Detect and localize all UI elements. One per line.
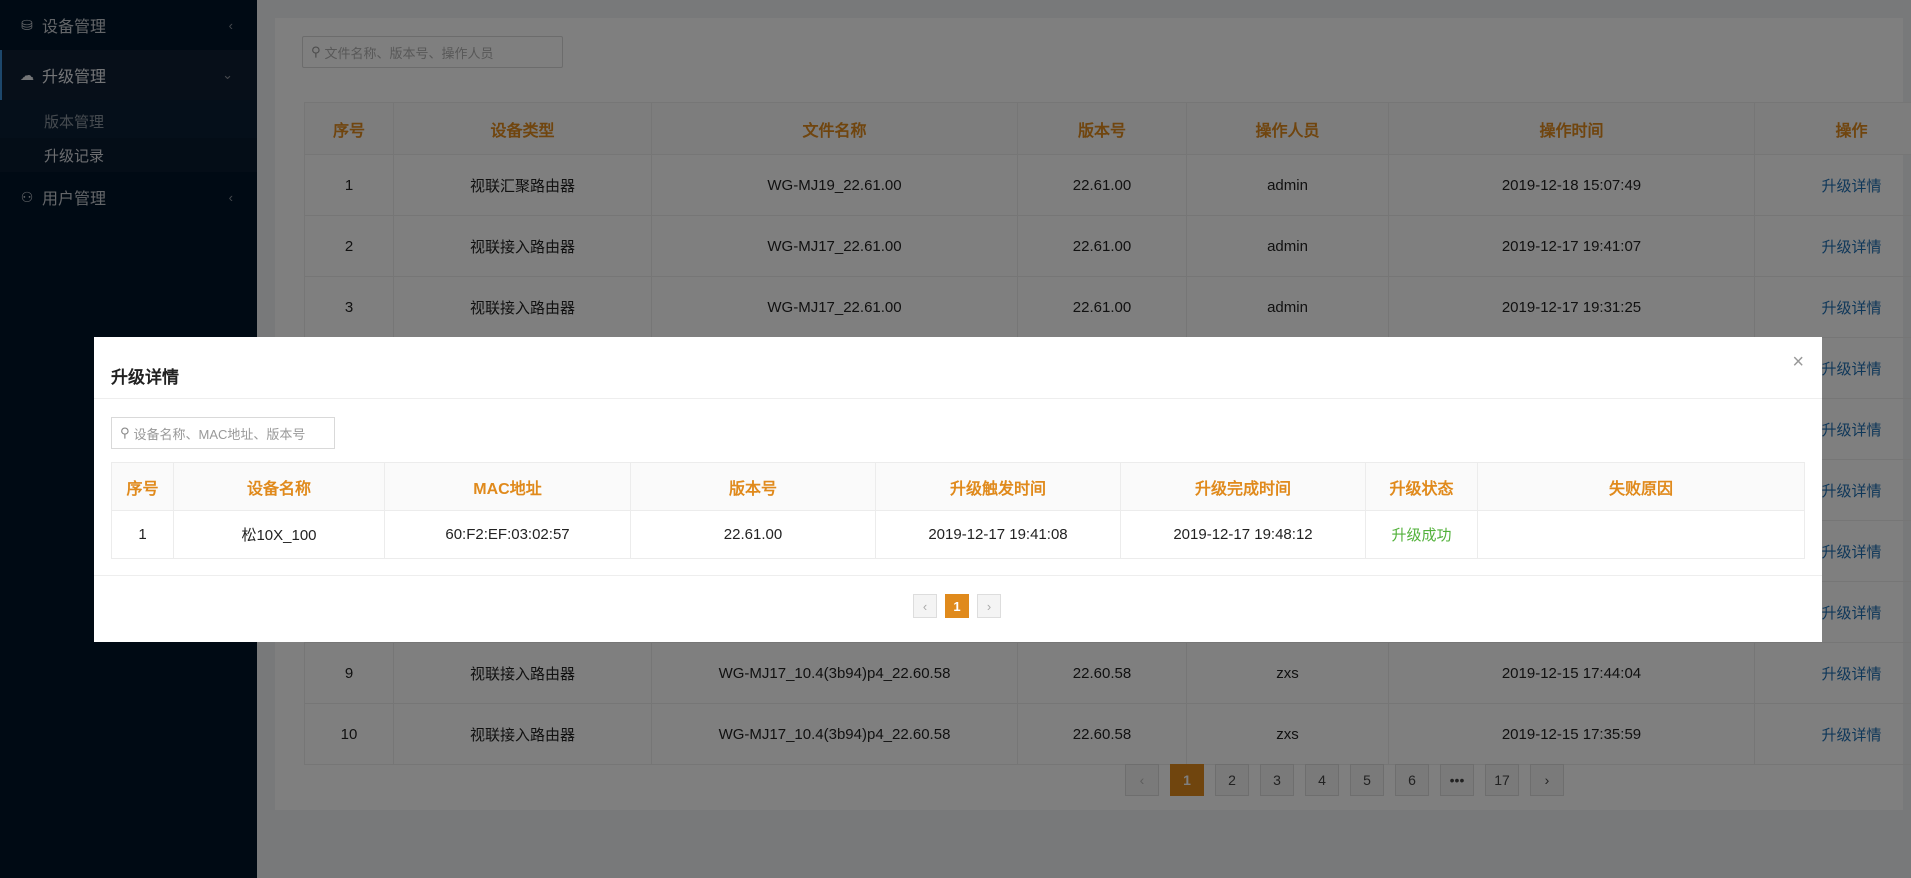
divider	[94, 398, 1822, 399]
search-icon: ⚲	[120, 425, 130, 440]
cell-fail-reason	[1477, 510, 1805, 559]
column-header[interactable]: 失败原因	[1477, 462, 1805, 511]
status-badge: 升级成功	[1365, 510, 1478, 559]
column-header[interactable]: 版本号	[630, 462, 876, 511]
cell-done-time: 2019-12-17 19:48:12	[1120, 510, 1366, 559]
next-page-button[interactable]: ›	[977, 594, 1001, 618]
cell-version: 22.61.00	[630, 510, 876, 559]
upgrade-detail-table: 序号 设备名称 MAC地址 版本号 升级触发时间 升级完成时间 升级状态 失败原…	[111, 462, 1805, 559]
modal-pagination: ‹ 1 ›	[913, 594, 1009, 618]
divider	[94, 575, 1822, 576]
column-header[interactable]: 升级完成时间	[1120, 462, 1366, 511]
modal-search-input[interactable]: ⚲ 设备名称、MAC地址、版本号	[111, 417, 335, 449]
upgrade-detail-modal: 升级详情 × ⚲ 设备名称、MAC地址、版本号 序号 设备名称 MAC地址 版本…	[94, 337, 1822, 642]
table-header: 序号 设备名称 MAC地址 版本号 升级触发时间 升级完成时间 升级状态 失败原…	[111, 462, 1805, 511]
cell-mac: 60:F2:EF:03:02:57	[384, 510, 631, 559]
column-header[interactable]: 升级触发时间	[875, 462, 1121, 511]
column-header[interactable]: MAC地址	[384, 462, 631, 511]
column-header[interactable]: 序号	[111, 462, 174, 511]
page-button[interactable]: 1	[945, 594, 969, 618]
close-icon[interactable]: ×	[1792, 351, 1804, 374]
cell-trigger-time: 2019-12-17 19:41:08	[875, 510, 1121, 559]
prev-page-button[interactable]: ‹	[913, 594, 937, 618]
modal-title: 升级详情	[111, 368, 179, 387]
column-header[interactable]: 升级状态	[1365, 462, 1478, 511]
cell-no: 1	[111, 510, 174, 559]
table-row: 1 松10X_100 60:F2:EF:03:02:57 22.61.00 20…	[111, 510, 1805, 559]
cell-device-name: 松10X_100	[173, 510, 385, 559]
column-header[interactable]: 设备名称	[173, 462, 385, 511]
search-placeholder: 设备名称、MAC地址、版本号	[133, 426, 306, 442]
